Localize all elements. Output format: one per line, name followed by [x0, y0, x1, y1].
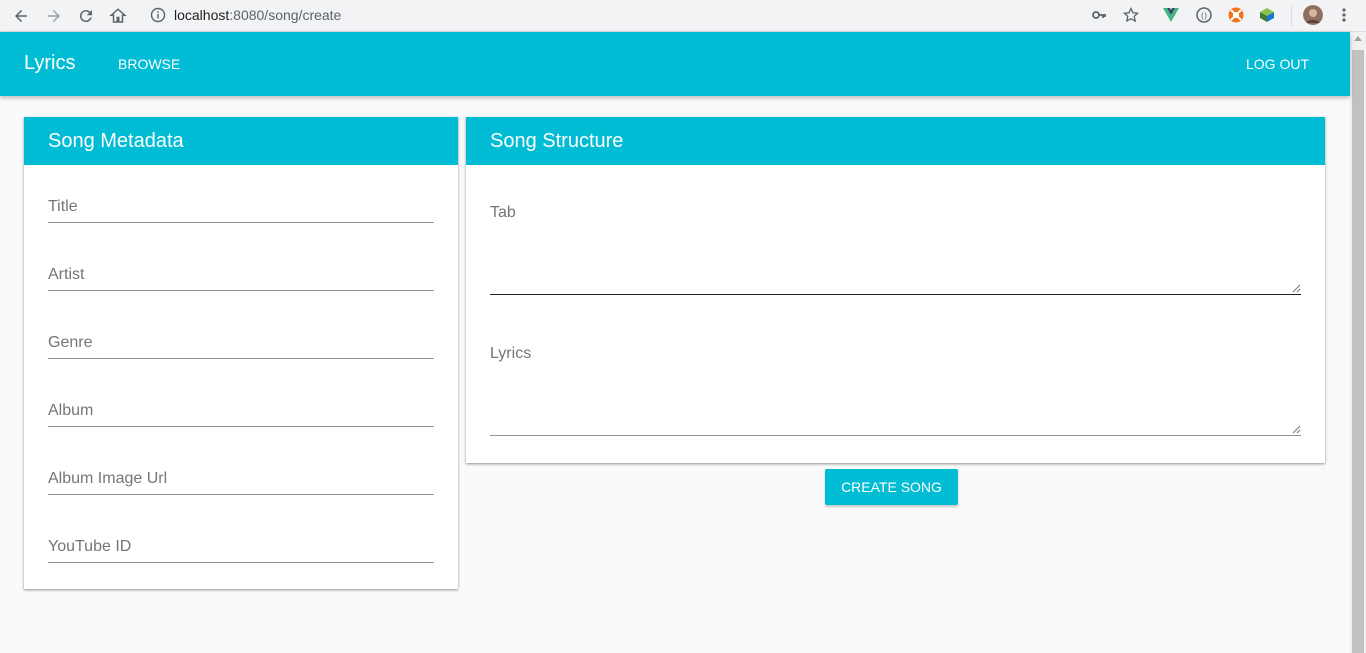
- profile-avatar[interactable]: [1303, 5, 1323, 25]
- song-metadata-title: Song Metadata: [24, 117, 458, 165]
- toolbar-divider: [1291, 6, 1292, 26]
- url-host: localhost: [174, 7, 230, 23]
- song-structure-title: Song Structure: [466, 117, 1325, 165]
- album-image-url-field[interactable]: [48, 459, 434, 495]
- artist-input[interactable]: [48, 255, 434, 290]
- vue-devtools-icon[interactable]: [1162, 6, 1180, 24]
- home-icon[interactable]: [106, 4, 130, 28]
- genre-field[interactable]: [48, 323, 434, 359]
- browser-menu-icon[interactable]: [1335, 6, 1353, 24]
- scroll-up-arrow-icon[interactable]: [1354, 36, 1362, 41]
- youtube-id-field[interactable]: [48, 527, 434, 563]
- album-field[interactable]: [48, 391, 434, 427]
- extension-globe-icon[interactable]: (): [1195, 6, 1213, 24]
- logout-button[interactable]: LOG OUT: [1230, 48, 1325, 80]
- forward-icon[interactable]: [42, 4, 66, 28]
- info-icon[interactable]: [150, 7, 166, 23]
- lyrics-textarea[interactable]: [490, 326, 1301, 436]
- title-input[interactable]: [48, 187, 434, 222]
- song-structure-card: Song Structure: [466, 117, 1325, 463]
- lyrics-field[interactable]: [490, 326, 1301, 436]
- title-field[interactable]: [48, 187, 434, 223]
- song-metadata-card: Song Metadata: [24, 117, 458, 589]
- create-song-button[interactable]: CREATE SONG: [825, 469, 958, 505]
- artist-field[interactable]: [48, 255, 434, 291]
- svg-text:(): (): [1201, 12, 1207, 21]
- album-image-url-input[interactable]: [48, 459, 434, 494]
- address-bar[interactable]: localhost:8080/song/create: [142, 2, 1152, 28]
- app-brand[interactable]: Lyrics: [24, 52, 75, 75]
- genre-input[interactable]: [48, 323, 434, 358]
- resize-grip-icon[interactable]: [1291, 424, 1301, 434]
- app-toolbar: Lyrics BROWSE LOG OUT: [0, 32, 1350, 96]
- url-text: localhost:8080/song/create: [174, 7, 341, 23]
- star-icon[interactable]: [1123, 7, 1139, 23]
- browse-button[interactable]: BROWSE: [102, 48, 196, 80]
- page-scrollbar[interactable]: [1350, 32, 1366, 653]
- tab-textarea[interactable]: [490, 185, 1301, 295]
- tab-field[interactable]: [490, 185, 1301, 295]
- youtube-id-input[interactable]: [48, 527, 434, 562]
- resize-grip-icon[interactable]: [1291, 283, 1301, 293]
- extension-cube-icon[interactable]: [1258, 6, 1276, 24]
- reload-icon[interactable]: [74, 4, 98, 28]
- back-icon[interactable]: [9, 4, 33, 28]
- album-input[interactable]: [48, 391, 434, 426]
- scrollbar-thumb[interactable]: [1352, 50, 1364, 653]
- browser-chrome: localhost:8080/song/create (): [0, 0, 1366, 32]
- key-icon[interactable]: [1091, 7, 1107, 23]
- url-path: :8080/song/create: [229, 7, 342, 23]
- extension-lifebuoy-icon[interactable]: [1227, 6, 1245, 24]
